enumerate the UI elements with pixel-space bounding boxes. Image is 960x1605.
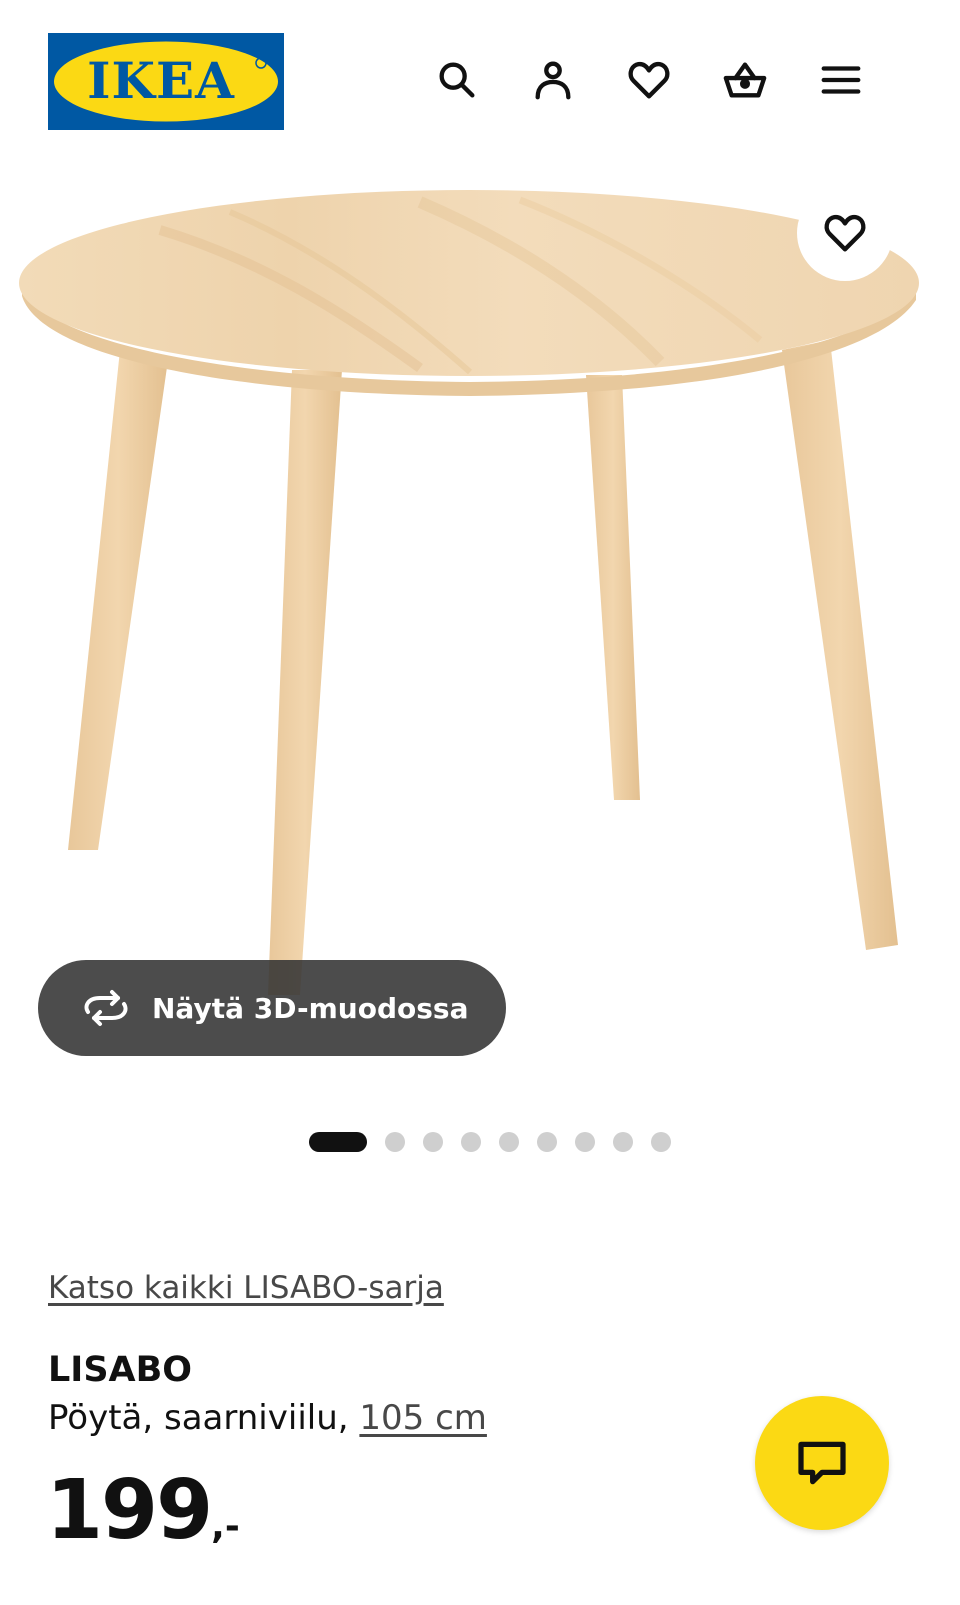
gallery-dot[interactable] (651, 1132, 671, 1152)
size-link[interactable]: 105 cm (359, 1398, 487, 1438)
gallery-dot[interactable] (537, 1132, 557, 1152)
gallery-pagination (0, 1130, 960, 1154)
product-image-table[interactable] (0, 190, 960, 1090)
gallery-dot[interactable] (613, 1132, 633, 1152)
search-icon[interactable] (429, 52, 485, 108)
gallery-dot[interactable] (575, 1132, 595, 1152)
price-amount: 199 (46, 1463, 213, 1558)
price-suffix: ,- (211, 1506, 240, 1547)
heart-icon[interactable] (621, 52, 677, 108)
heart-icon (824, 214, 866, 252)
product-gallery[interactable]: Näytä 3D-muodossa (0, 150, 960, 1152)
product-name: LISABO (48, 1350, 193, 1390)
basket-icon[interactable] (717, 52, 773, 108)
gallery-dot[interactable] (385, 1132, 405, 1152)
gallery-dot-active[interactable] (309, 1132, 367, 1152)
svg-text:IKEA: IKEA (87, 51, 235, 110)
save-to-favourites-button[interactable] (797, 185, 893, 281)
menu-icon[interactable] (813, 52, 869, 108)
account-icon[interactable] (525, 52, 581, 108)
ikea-logo-graphic: IKEA (48, 33, 284, 130)
site-header: IKEA (0, 0, 960, 150)
view-in-3d-button[interactable]: Näytä 3D-muodossa (38, 960, 506, 1056)
series-link[interactable]: Katso kaikki LISABO-sarja (48, 1270, 444, 1306)
view-in-3d-label: Näytä 3D-muodossa (152, 991, 469, 1025)
gallery-dot[interactable] (461, 1132, 481, 1152)
product-description: Pöytä, saarniviilu, 105 cm (48, 1398, 487, 1438)
ikea-logo[interactable]: IKEA (48, 33, 284, 130)
gallery-dot[interactable] (423, 1132, 443, 1152)
rotate-3d-icon (78, 988, 134, 1028)
gallery-dot[interactable] (499, 1132, 519, 1152)
chat-button[interactable] (755, 1396, 889, 1530)
product-price: 199,- (46, 1470, 240, 1552)
chat-icon (798, 1441, 846, 1485)
product-description-text: Pöytä, saarniviilu, (48, 1398, 360, 1438)
